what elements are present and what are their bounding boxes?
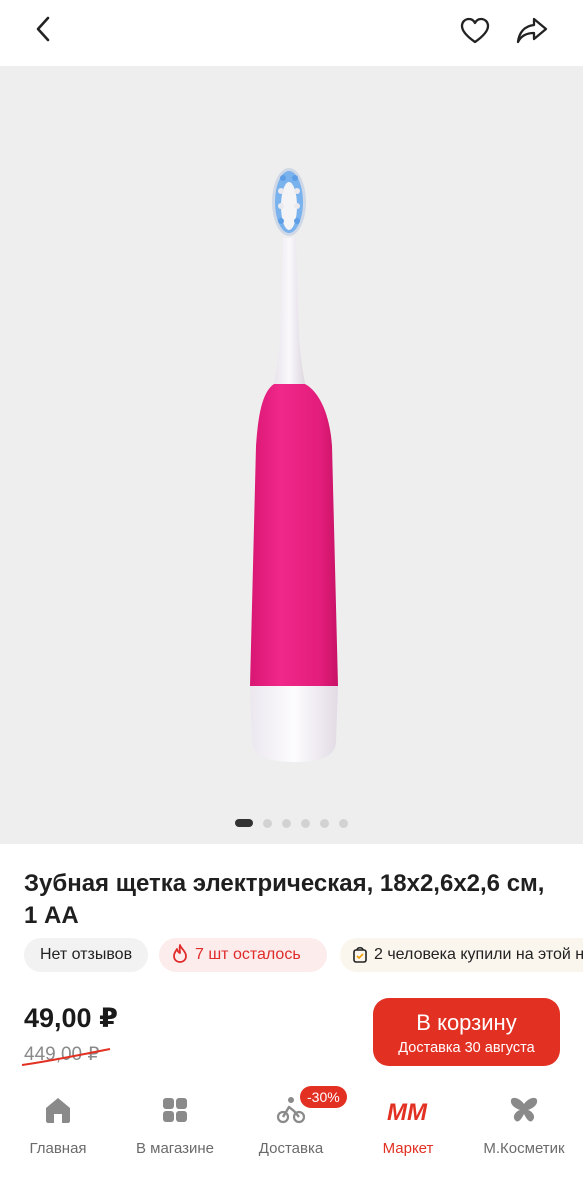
bought-chip-label: 2 человека купили на этой неделе <box>374 946 583 963</box>
tab-market-label: Маркет <box>382 1140 434 1157</box>
old-price-container: 449,00 ₽ <box>21 1043 114 1067</box>
home-icon <box>46 1098 70 1123</box>
shopping-bag-icon <box>353 946 367 963</box>
pagination-dot[interactable] <box>263 818 272 828</box>
top-bar <box>0 0 583 62</box>
tab-in-store-label: В магазине <box>135 1140 215 1157</box>
tab-delivery-label: Доставка <box>258 1140 324 1157</box>
pagination-dot[interactable] <box>282 818 291 828</box>
pagination-dot[interactable] <box>320 818 329 828</box>
bottom-tab-bar: Главная В магазине Доставка ММ Маркет М.… <box>0 1086 583 1200</box>
favorite-button[interactable] <box>458 14 492 48</box>
tab-in-store[interactable]: В магазине <box>117 1094 233 1164</box>
stock-chip: 7 шт осталось <box>159 938 327 972</box>
heart-icon <box>460 17 490 44</box>
back-button[interactable] <box>28 12 62 46</box>
svg-text:ММ: ММ <box>387 1099 428 1126</box>
tab-home-label: Главная <box>29 1140 87 1157</box>
gallery-pagination <box>0 818 583 828</box>
product-image <box>250 168 338 762</box>
tab-cosmetics-label: М.Косметик <box>483 1140 565 1157</box>
product-title: Зубная щетка электрическая, 18х2,6х2,6 с… <box>24 870 545 929</box>
stock-chip-label: 7 шт осталось <box>195 946 301 963</box>
reviews-chip-label: Нет отзывов <box>39 946 133 963</box>
tab-cosmetics[interactable]: М.Косметик <box>466 1094 582 1164</box>
pagination-dot-active[interactable] <box>235 819 253 827</box>
add-to-cart-button[interactable]: В корзину Доставка 30 августа <box>373 998 560 1066</box>
bought-chip: 2 человека купили на этой неделе <box>340 938 583 972</box>
market-logo-icon: ММ <box>387 1099 428 1126</box>
delivery-date-label: Доставка 30 августа <box>398 1040 535 1056</box>
pagination-dot[interactable] <box>301 818 310 828</box>
discount-badge: -30% <box>300 1086 347 1108</box>
strikethrough-line <box>21 1048 111 1066</box>
current-price: 49,00 ₽ <box>24 1003 118 1033</box>
share-arrow-icon <box>516 17 548 44</box>
chevron-left-icon <box>36 16 50 42</box>
share-button[interactable] <box>514 14 550 48</box>
product-chips: Нет отзывов 7 шт осталось 2 человека куп… <box>24 938 583 972</box>
add-to-cart-label: В корзину <box>416 1010 517 1035</box>
reviews-chip[interactable]: Нет отзывов <box>24 938 148 972</box>
pagination-dot[interactable] <box>339 818 348 828</box>
butterfly-icon <box>510 1097 538 1122</box>
grid-icon <box>163 1098 187 1122</box>
product-gallery[interactable] <box>0 66 583 844</box>
tab-home[interactable]: Главная <box>0 1094 116 1164</box>
tab-market[interactable]: ММ Маркет <box>350 1094 466 1164</box>
fire-icon <box>173 944 187 963</box>
